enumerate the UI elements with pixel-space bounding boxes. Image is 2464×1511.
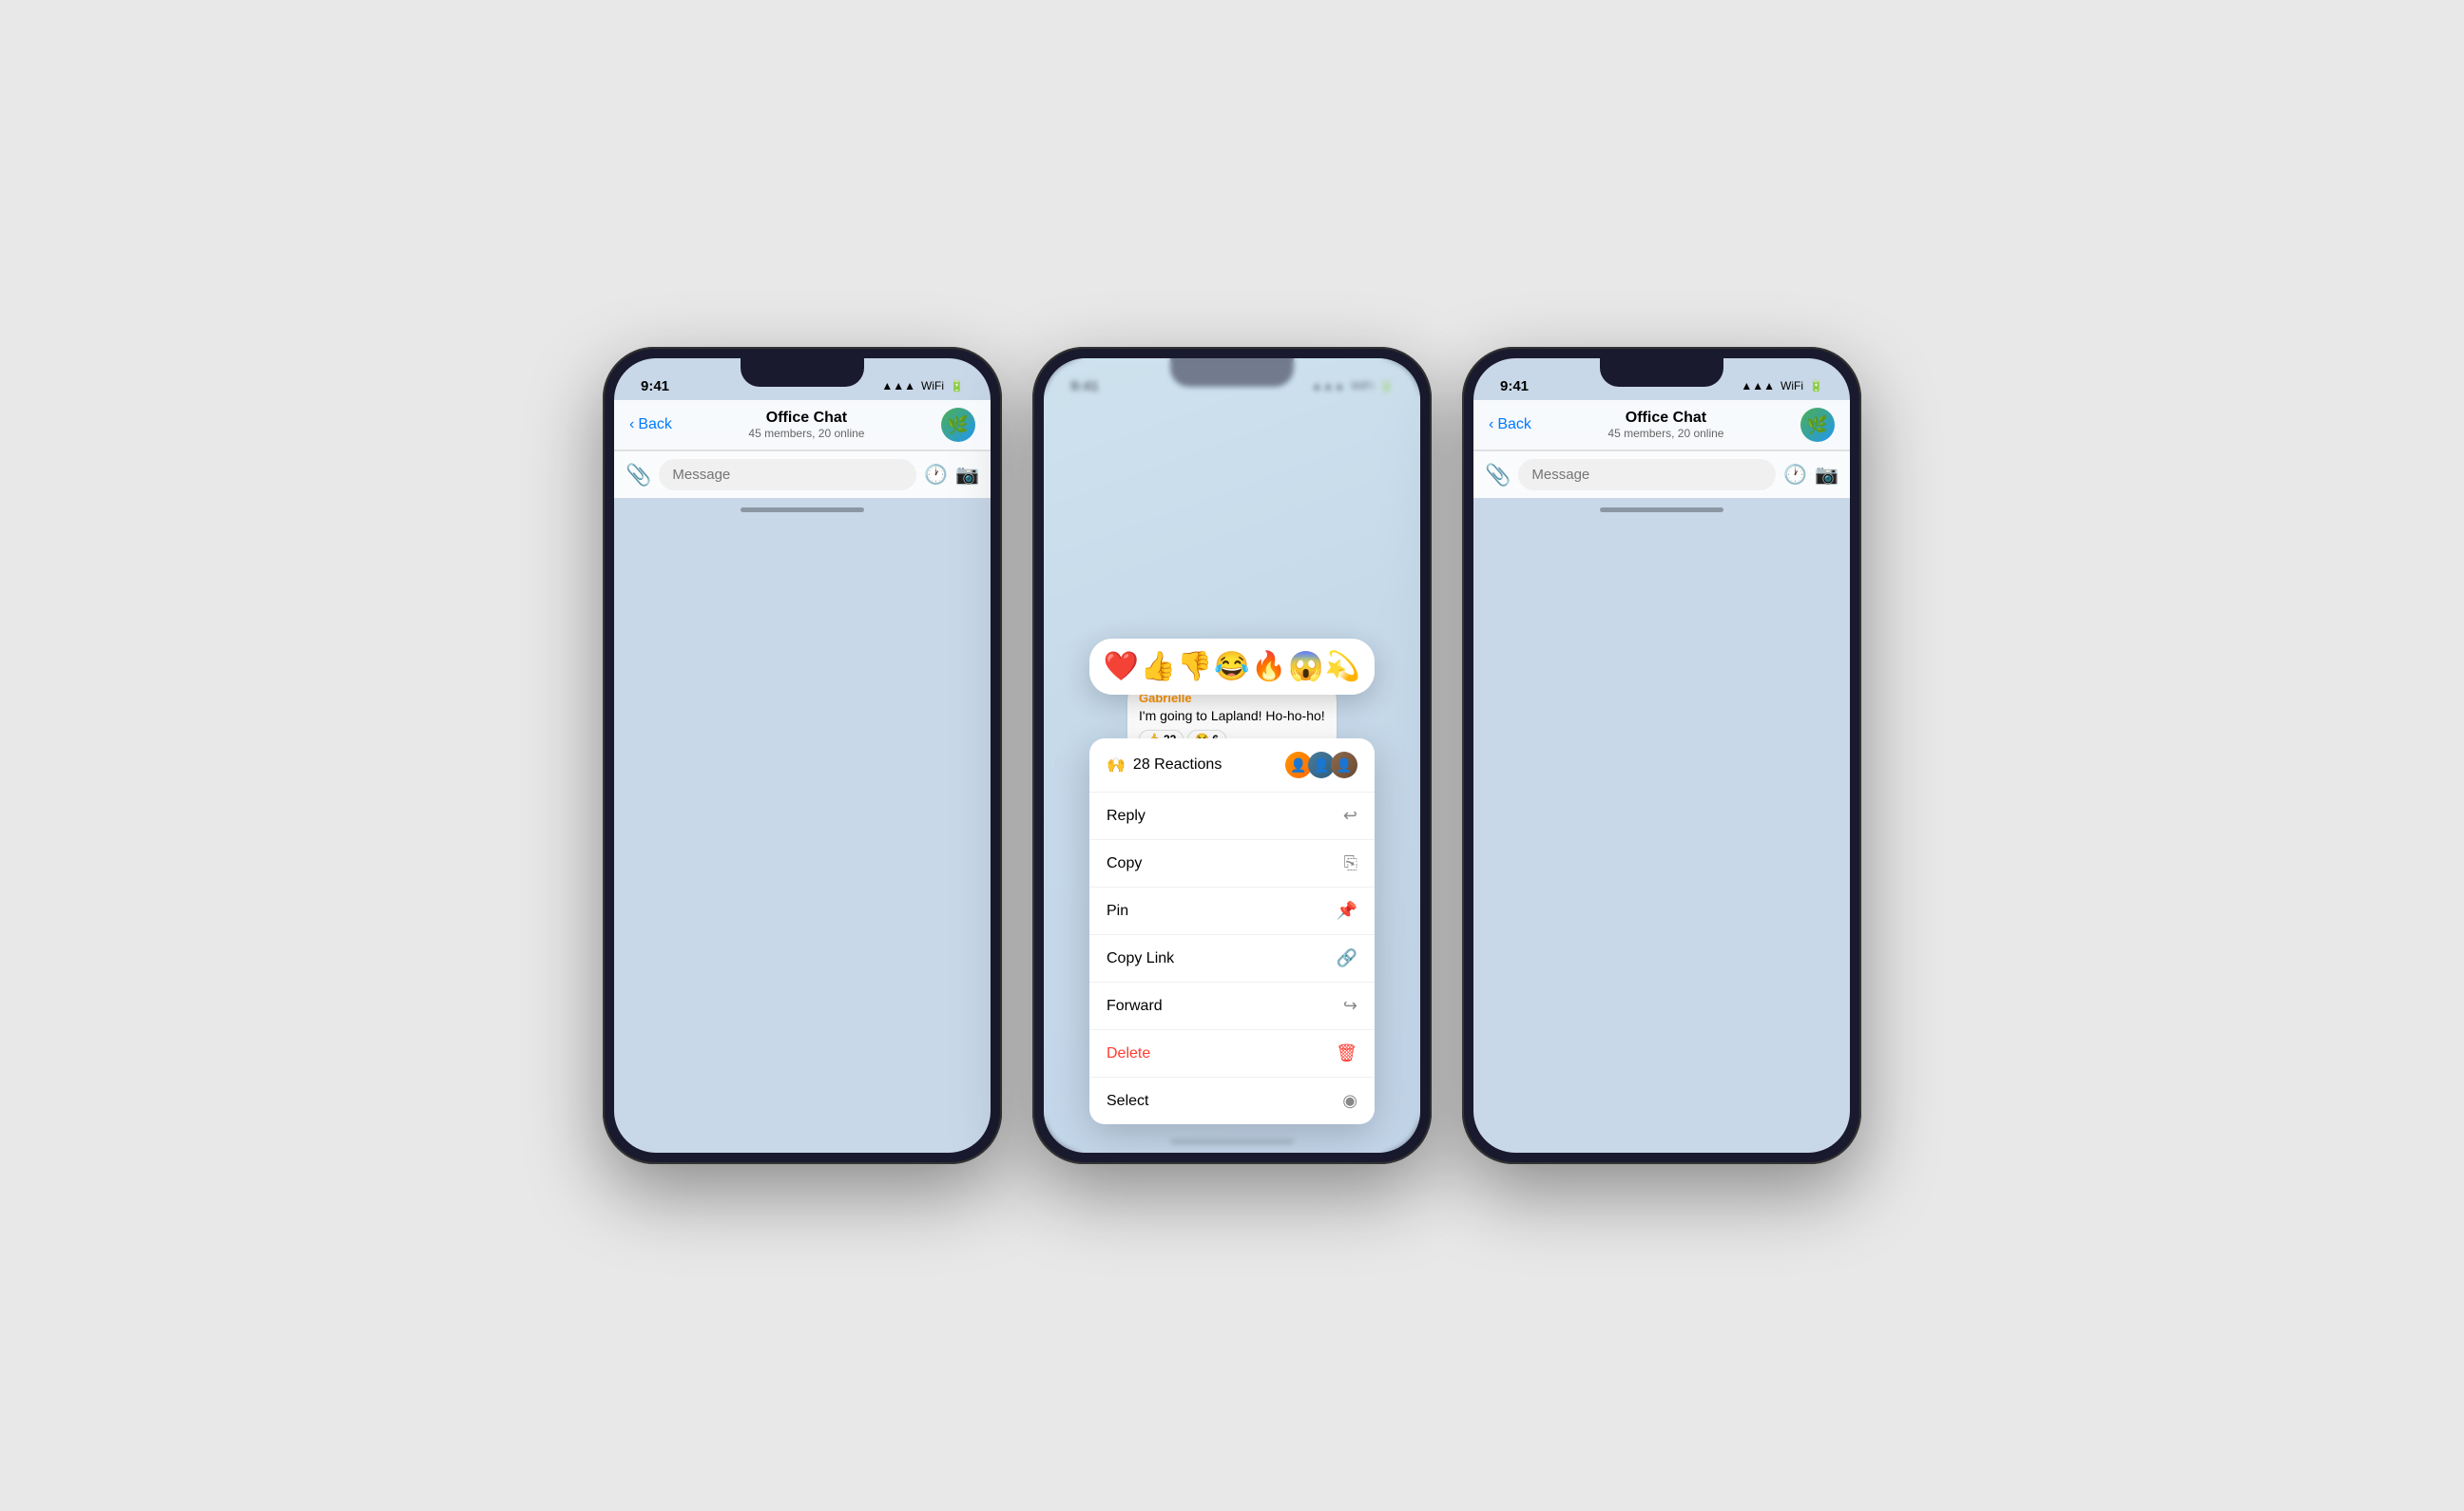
context-item-pin-label: Pin	[1107, 903, 1128, 920]
back-label-right: Back	[1497, 416, 1531, 433]
context-item-forward[interactable]: Forward ↪	[1089, 983, 1375, 1030]
forward-icon: ↪	[1343, 996, 1357, 1016]
reactions-header[interactable]: 🙌 28 Reactions 👤 👤 👤	[1089, 738, 1375, 793]
emoji-reaction-bar: ❤️ 👍 👎 😂 🔥 😱 💫	[1089, 639, 1375, 695]
emoji-laugh[interactable]: 😂	[1214, 650, 1249, 683]
text-gabrielle-ctx: I'm going to Lapland! Ho-ho-ho!	[1139, 707, 1325, 726]
mini-avatar-3: 👤	[1331, 752, 1357, 778]
emoji-heart[interactable]: ❤️	[1104, 650, 1139, 683]
camera-icon-right[interactable]: 📷	[1815, 463, 1838, 487]
back-button-left[interactable]: ‹ Back	[629, 416, 672, 433]
wifi-icon: WiFi	[921, 379, 944, 392]
phone-right: 9:41 ▲▲▲ WiFi 🔋 ‹ Back Office Chat 45 me…	[1462, 347, 1861, 1164]
emoji-fire[interactable]: 🔥	[1251, 650, 1286, 683]
context-item-copy[interactable]: Copy ⎘	[1089, 840, 1375, 888]
home-indicator-left	[614, 498, 991, 521]
nav-title-area-left: Office Chat 45 members, 20 online	[672, 410, 941, 440]
reply-icon: ↩	[1343, 806, 1357, 826]
home-bar-right	[1600, 507, 1723, 512]
delete-icon: 🗑	[1336, 1043, 1357, 1063]
clock-icon-right[interactable]: 🕐	[1783, 463, 1807, 487]
home-bar-left	[741, 507, 864, 512]
notch-right	[1600, 358, 1723, 387]
notch-left	[741, 358, 864, 387]
wifi-icon-r: WiFi	[1781, 379, 1803, 392]
nav-bar-right: ‹ Back Office Chat 45 members, 20 online…	[1473, 400, 1850, 450]
reactions-header-left: 🙌 28 Reactions	[1107, 756, 1222, 775]
emoji-thumbsup[interactable]: 👍	[1141, 650, 1176, 683]
chat-avatar-right[interactable]: 🌿	[1800, 408, 1835, 442]
context-item-delete[interactable]: Delete 🗑	[1089, 1030, 1375, 1078]
status-icons-right: ▲▲▲ WiFi 🔋	[1741, 379, 1823, 392]
back-button-right[interactable]: ‹ Back	[1489, 416, 1531, 433]
chat-avatar-left[interactable]: 🌿	[941, 408, 975, 442]
nav-bar-left: ‹ Back Office Chat 45 members, 20 online…	[614, 400, 991, 450]
context-item-pin[interactable]: Pin 📌	[1089, 888, 1375, 935]
attach-icon-right[interactable]: 📎	[1485, 463, 1511, 488]
wave-icon: 🙌	[1107, 756, 1126, 775]
battery-icon-r: 🔋	[1809, 379, 1823, 392]
status-icons-left: ▲▲▲ WiFi 🔋	[881, 379, 964, 392]
input-bar-right: 📎 🕐 📷	[1473, 450, 1850, 498]
context-item-select-label: Select	[1107, 1093, 1148, 1110]
emoji-thumbsdown[interactable]: 👎	[1177, 650, 1212, 683]
battery-icon: 🔋	[950, 379, 964, 392]
context-item-copy-label: Copy	[1107, 855, 1142, 872]
context-item-reply[interactable]: Reply ↩	[1089, 793, 1375, 840]
context-item-copy-link[interactable]: Copy Link 🔗	[1089, 935, 1375, 983]
context-item-delete-label: Delete	[1107, 1045, 1150, 1062]
input-icons-right: 🕐 📷	[1783, 463, 1838, 487]
status-time-right: 9:41	[1500, 378, 1529, 394]
status-time-left: 9:41	[641, 378, 669, 394]
context-item-reply-label: Reply	[1107, 808, 1145, 825]
context-menu: 🙌 28 Reactions 👤 👤 👤 Reply ↩ Copy ⎘	[1089, 738, 1375, 1124]
emoji-sparkle[interactable]: 💫	[1325, 650, 1360, 683]
signal-icon: ▲▲▲	[881, 379, 915, 392]
chat-subtitle-right: 45 members, 20 online	[1531, 427, 1800, 440]
pin-icon: 📌	[1337, 901, 1357, 921]
home-indicator-right	[1473, 498, 1850, 521]
chat-title-left: Office Chat	[672, 410, 941, 427]
chat-subtitle-left: 45 members, 20 online	[672, 427, 941, 440]
input-icons-left: 🕐 📷	[924, 463, 979, 487]
back-label-left: Back	[638, 416, 672, 433]
select-icon: ◉	[1342, 1091, 1357, 1111]
copy-icon: ⎘	[1344, 853, 1357, 873]
signal-icon-r: ▲▲▲	[1741, 379, 1775, 392]
context-item-forward-label: Forward	[1107, 998, 1163, 1015]
phone-left: 9:41 ▲▲▲ WiFi 🔋 ‹ Back Office Chat 45 me…	[603, 347, 1002, 1164]
attach-icon-left[interactable]: 📎	[626, 463, 651, 488]
reactions-count-label: 28 Reactions	[1133, 756, 1222, 774]
nav-title-area-right: Office Chat 45 members, 20 online	[1531, 410, 1800, 440]
reactions-avatars: 👤 👤 👤	[1289, 752, 1357, 778]
context-item-select[interactable]: Select ◉	[1089, 1078, 1375, 1124]
emoji-scared[interactable]: 😱	[1288, 650, 1323, 683]
link-icon: 🔗	[1337, 948, 1357, 968]
message-input-right[interactable]	[1518, 459, 1776, 490]
chat-title-right: Office Chat	[1531, 410, 1800, 427]
camera-icon-left[interactable]: 📷	[955, 463, 979, 487]
message-input-left[interactable]	[659, 459, 916, 490]
phone-middle: 9:41 ▲▲▲ WiFi 🔋 ❤️ 👍 👎 😂 🔥 😱 💫 👩	[1032, 347, 1432, 1164]
input-bar-left: 📎 🕐 📷	[614, 450, 991, 498]
context-item-copy-link-label: Copy Link	[1107, 950, 1174, 967]
chevron-left-icon-r: ‹	[1489, 416, 1493, 433]
clock-icon-left[interactable]: 🕐	[924, 463, 948, 487]
chevron-left-icon: ‹	[629, 416, 634, 433]
